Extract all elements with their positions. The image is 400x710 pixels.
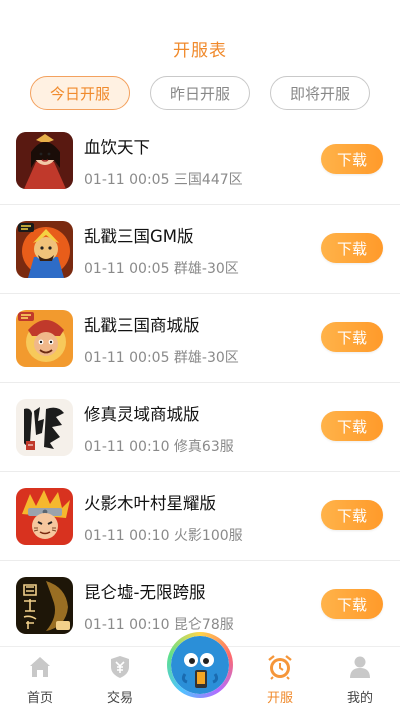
server-list[interactable]: 血饮天下 01-11 00:05 三国447区 下载 乱戳三国GM版 01-11…: [0, 116, 400, 646]
alarm-clock-icon: [266, 653, 294, 681]
list-item[interactable]: 血饮天下 01-11 00:05 三国447区 下载: [0, 116, 400, 205]
xiuzhen-game-icon[interactable]: [16, 399, 73, 456]
nav-trade[interactable]: 交易: [90, 653, 150, 709]
server-info: 01-11 00:10 昆仑78服: [84, 617, 234, 633]
download-button[interactable]: 下载: [321, 500, 383, 530]
download-button[interactable]: 下载: [321, 322, 383, 352]
game-name: 血饮天下: [84, 138, 150, 157]
list-item[interactable]: 乱戳三国商城版 01-11 00:05 群雄-30区 下载: [0, 294, 400, 383]
game-name: 火影木叶村星耀版: [84, 494, 216, 513]
luanchuo-gm-game-icon[interactable]: [16, 221, 73, 278]
list-item[interactable]: 修真灵域商城版 01-11 00:10 修真63服 下载: [0, 383, 400, 472]
server-info: 01-11 00:05 群雄-30区: [84, 350, 239, 366]
home-icon: [26, 653, 54, 681]
nav-home-label: 首页: [26, 691, 53, 706]
list-item[interactable]: 乱戳三国GM版 01-11 00:05 群雄-30区 下载: [0, 205, 400, 294]
mascot-icon: [171, 636, 229, 694]
server-info: 01-11 00:05 三国447区: [84, 172, 243, 188]
list-item[interactable]: 火影木叶村星耀版 01-11 00:10 火影100服 下载: [0, 472, 400, 561]
server-info: 01-11 00:10 修真63服: [84, 439, 234, 455]
nav-server-label: 开服: [266, 691, 293, 706]
tab-upcoming[interactable]: 即将开服: [270, 76, 370, 110]
server-info: 01-11 00:10 火影100服: [84, 528, 243, 544]
tab-yesterday[interactable]: 昨日开服: [150, 76, 250, 110]
huoying-game-icon[interactable]: [16, 488, 73, 545]
nav-mine-label: 我的: [346, 691, 373, 706]
page-title: 开服表: [173, 41, 227, 61]
nav-mine[interactable]: 我的: [330, 653, 390, 709]
kunlun-game-icon[interactable]: [16, 577, 73, 634]
game-name: 昆仑墟-无限跨服: [84, 583, 206, 602]
server-info: 01-11 00:05 群雄-30区: [84, 261, 239, 277]
nav-home[interactable]: 首页: [10, 653, 70, 709]
nav-trade-label: 交易: [106, 691, 133, 706]
download-button[interactable]: 下载: [321, 411, 383, 441]
server-tabs: 今日开服 昨日开服 即将开服: [0, 76, 400, 112]
download-button[interactable]: 下载: [321, 233, 383, 263]
xueyin-game-icon[interactable]: [16, 132, 73, 189]
nav-server[interactable]: 开服: [250, 653, 310, 709]
download-button[interactable]: 下载: [321, 589, 383, 619]
tab-today[interactable]: 今日开服: [30, 76, 130, 110]
shield-yen-icon: [106, 653, 134, 681]
game-name: 乱戳三国商城版: [84, 316, 200, 335]
center-mascot-button[interactable]: [167, 632, 233, 698]
luanchuo-shop-game-icon[interactable]: [16, 310, 73, 367]
user-icon: [346, 653, 374, 681]
game-name: 修真灵域商城版: [84, 405, 200, 424]
game-name: 乱戳三国GM版: [84, 227, 194, 246]
download-button[interactable]: 下载: [321, 144, 383, 174]
